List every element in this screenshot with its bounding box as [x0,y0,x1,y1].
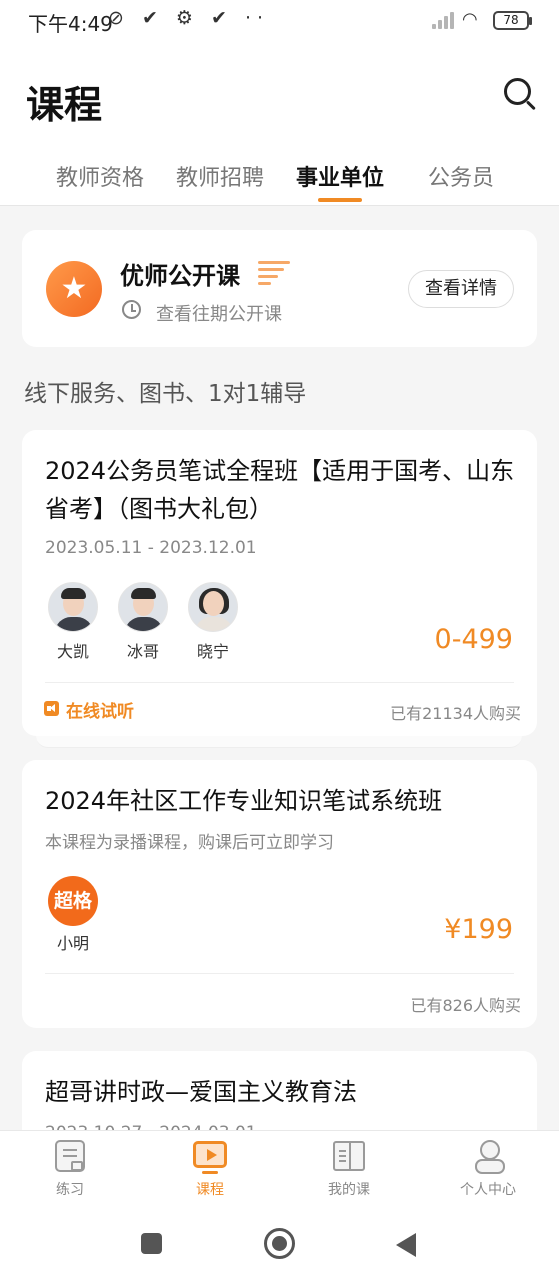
status-notification-icons: ⊘ ✔ ⚙ ✔ ·· [108,7,270,29]
course-title: 2024公务员笔试全程班【适用于国考、山东省考】（图书大礼包） [45,457,515,523]
open-class-title: 优师公开课 [120,262,240,290]
past-open-classes-link[interactable]: 查看往期公开课 [156,300,282,326]
view-details-button[interactable]: 查看详情 [408,270,514,308]
top-header-area: 下午4:49 ⊘ ✔ ⚙ ✔ ·· ◠ 78 课程 教师资格 教师招聘 事业单位… [0,0,559,206]
teacher-name: 小明 [56,934,89,953]
teacher: 大凯 [46,582,100,662]
teacher: 晓宁 [186,582,240,662]
course-price: 0-499 [434,624,513,655]
buyer-count: 已有826人购买 [410,996,521,1015]
clock-icon [122,300,141,319]
back-button[interactable] [396,1233,416,1257]
active-tab-indicator [318,198,362,202]
course-card[interactable]: 2024年社区工作专业知识笔试系统班 本课程为录播课程，购课后可立即学习 超格 … [22,760,537,1028]
practice-icon [55,1140,85,1172]
tab-teacher-qualification[interactable]: 教师资格 [56,160,144,192]
open-class-card[interactable]: ★ 优师公开课 查看往期公开课 查看详情 [22,230,537,347]
course-description: 本课程为录播课程，购课后可立即学习 [45,833,334,853]
profile-icon [475,1140,505,1174]
nav-my-course[interactable]: 我的课 [304,1139,394,1199]
category-tabs: 教师资格 教师招聘 事业单位 公务员 [0,160,559,206]
avatar [48,582,98,632]
nav-practice[interactable]: 练习 [25,1139,115,1199]
home-button[interactable] [264,1228,295,1259]
nav-course[interactable]: 课程 [165,1139,255,1199]
nav-label: 我的课 [328,1182,370,1198]
buyer-count: 已有21134人购买 [390,704,521,723]
course-price: ¥199 [444,914,513,945]
tab-teacher-recruitment[interactable]: 教师招聘 [176,160,264,192]
recent-apps-button[interactable] [141,1233,162,1254]
status-bar: 下午4:49 ⊘ ✔ ⚙ ✔ ·· ◠ 78 [0,0,559,42]
teacher-name: 大凯 [56,642,89,661]
my-course-icon [333,1141,365,1171]
speaker-icon [44,701,59,716]
avatar [188,582,238,632]
avatar [118,582,168,632]
system-navigation-bar [0,1206,559,1280]
wifi-icon: ◠ [462,9,478,30]
teacher: 冰哥 [116,582,170,662]
header-divider [0,205,559,206]
tab-civil-servant[interactable]: 公务员 [428,160,494,192]
battery-icon: 78 [493,11,532,30]
search-button[interactable] [502,76,538,112]
nav-label: 个人中心 [460,1182,516,1198]
course-icon [193,1141,227,1174]
teacher-name: 晓宁 [196,642,229,661]
bottom-navigation: 练习 课程 我的课 个人中心 [0,1130,559,1206]
course-title: 2024年社区工作专业知识笔试系统班 [45,787,443,815]
app-screen: 下午4:49 ⊘ ✔ ⚙ ✔ ·· ◠ 78 课程 教师资格 教师招聘 事业单位… [0,0,559,1280]
card-divider [45,973,514,974]
trial-label: 在线试听 [66,702,134,722]
course-date: 2023.05.11 - 2023.12.01 [45,538,257,558]
stripes-decoration-icon [258,261,290,285]
tab-public-institution[interactable]: 事业单位 [296,160,384,192]
status-time: 下午4:49 [28,12,113,36]
avatar: 超格 [48,876,98,926]
page-title: 课程 [26,83,103,127]
section-title: 线下服务、图书、1对1辅导 [24,381,307,407]
teacher-name: 冰哥 [126,642,159,661]
battery-level: 78 [503,13,519,27]
nav-label: 课程 [196,1182,224,1198]
course-card[interactable]: 2024公务员笔试全程班【适用于国考、山东省考】（图书大礼包） 2023.05.… [22,430,537,736]
nav-profile[interactable]: 个人中心 [443,1139,533,1199]
card-divider [45,682,514,683]
course-title: 超哥讲时政—爱国主义教育法 [45,1078,357,1106]
signal-icon [432,11,458,29]
nav-label: 练习 [56,1182,84,1198]
star-badge-icon: ★ [46,261,102,317]
